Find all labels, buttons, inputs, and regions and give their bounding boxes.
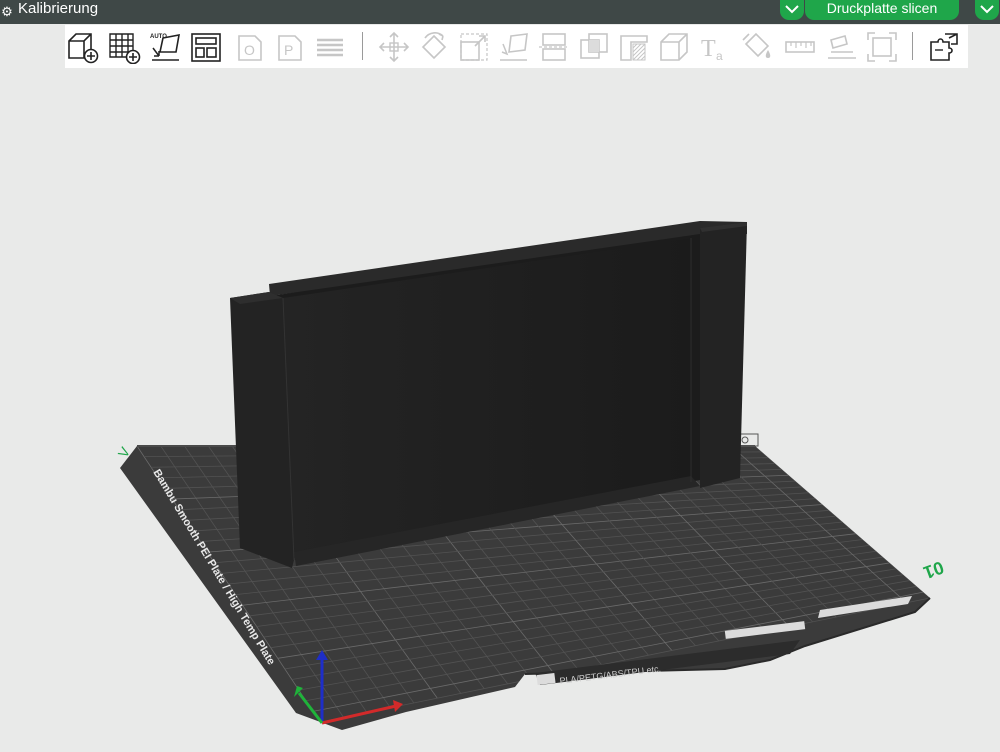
support-paint-icon: [620, 35, 648, 61]
boolean-button[interactable]: [577, 30, 611, 64]
add-cube-icon: [68, 33, 99, 64]
svg-text:T: T: [701, 36, 716, 62]
svg-text:a: a: [716, 49, 723, 63]
chevron-down-icon: [785, 5, 799, 14]
build-plate-scene: V 01 Bambu Smooth PEI Plate / High Temp …: [115, 221, 947, 730]
move-button[interactable]: [377, 30, 411, 64]
assembly-icon: [828, 35, 856, 59]
cut-icon: [539, 33, 569, 61]
scale-icon: [460, 33, 488, 61]
auto-orient-button[interactable]: AUTO: [149, 30, 183, 64]
toolbar: AUTO O P T a: [65, 25, 968, 68]
auto-orient-icon: AUTO: [150, 34, 180, 61]
measure-button[interactable]: [783, 30, 817, 64]
slice-options-chevron-button[interactable]: [780, 0, 804, 20]
text-button[interactable]: T a: [697, 30, 731, 64]
toolbar-separator: [362, 32, 363, 60]
title-bar: ⚙ Kalibrierung Druckplatte slicen: [0, 0, 1000, 24]
ruler-icon: [785, 41, 815, 53]
add-object-button[interactable]: [65, 30, 99, 64]
add-grid-icon: [109, 33, 141, 64]
split-objects-icon: O: [238, 35, 262, 61]
add-plate-button[interactable]: [107, 30, 141, 64]
seam-paint-button[interactable]: [657, 30, 691, 64]
export-options-chevron-button[interactable]: [975, 0, 999, 20]
lay-on-face-icon: [500, 33, 528, 61]
paint-bucket-icon: [742, 32, 771, 58]
assembly-button[interactable]: [825, 30, 859, 64]
mesh-paint-button[interactable]: [741, 30, 775, 64]
svg-text:P: P: [284, 42, 293, 58]
seam-paint-icon: [660, 33, 688, 61]
toolbar-separator: [912, 32, 913, 60]
3d-viewport[interactable]: V 01 Bambu Smooth PEI Plate / High Temp …: [0, 68, 1000, 752]
chevron-down-icon: [980, 5, 994, 14]
rotate-icon: [421, 32, 447, 60]
plate-title: Kalibrierung: [18, 0, 99, 17]
layers-icon: [317, 38, 343, 57]
fit-view-icon: [867, 32, 897, 62]
slice-plate-button[interactable]: Druckplatte slicen: [805, 0, 959, 20]
text-icon: T a: [701, 36, 723, 63]
svg-text:O: O: [244, 42, 255, 58]
gear-icon[interactable]: ⚙: [0, 3, 14, 21]
arrange-icon: [191, 33, 221, 62]
assembly-view-button[interactable]: [927, 30, 961, 64]
boolean-icon: [580, 33, 608, 59]
support-paint-button[interactable]: [617, 30, 651, 64]
scale-button[interactable]: [457, 30, 491, 64]
plate-number: 01: [921, 557, 947, 583]
split-parts-button[interactable]: P: [273, 30, 307, 64]
move-icon: [378, 31, 410, 63]
fit-view-button[interactable]: [865, 30, 899, 64]
split-objects-button[interactable]: O: [233, 30, 267, 64]
rotate-button[interactable]: [417, 30, 451, 64]
arrange-button[interactable]: [189, 30, 223, 64]
cut-button[interactable]: [537, 30, 571, 64]
layers-button[interactable]: [313, 30, 347, 64]
puzzle-icon: [930, 33, 958, 61]
split-parts-icon: P: [278, 35, 302, 61]
lay-on-face-button[interactable]: [497, 30, 531, 64]
